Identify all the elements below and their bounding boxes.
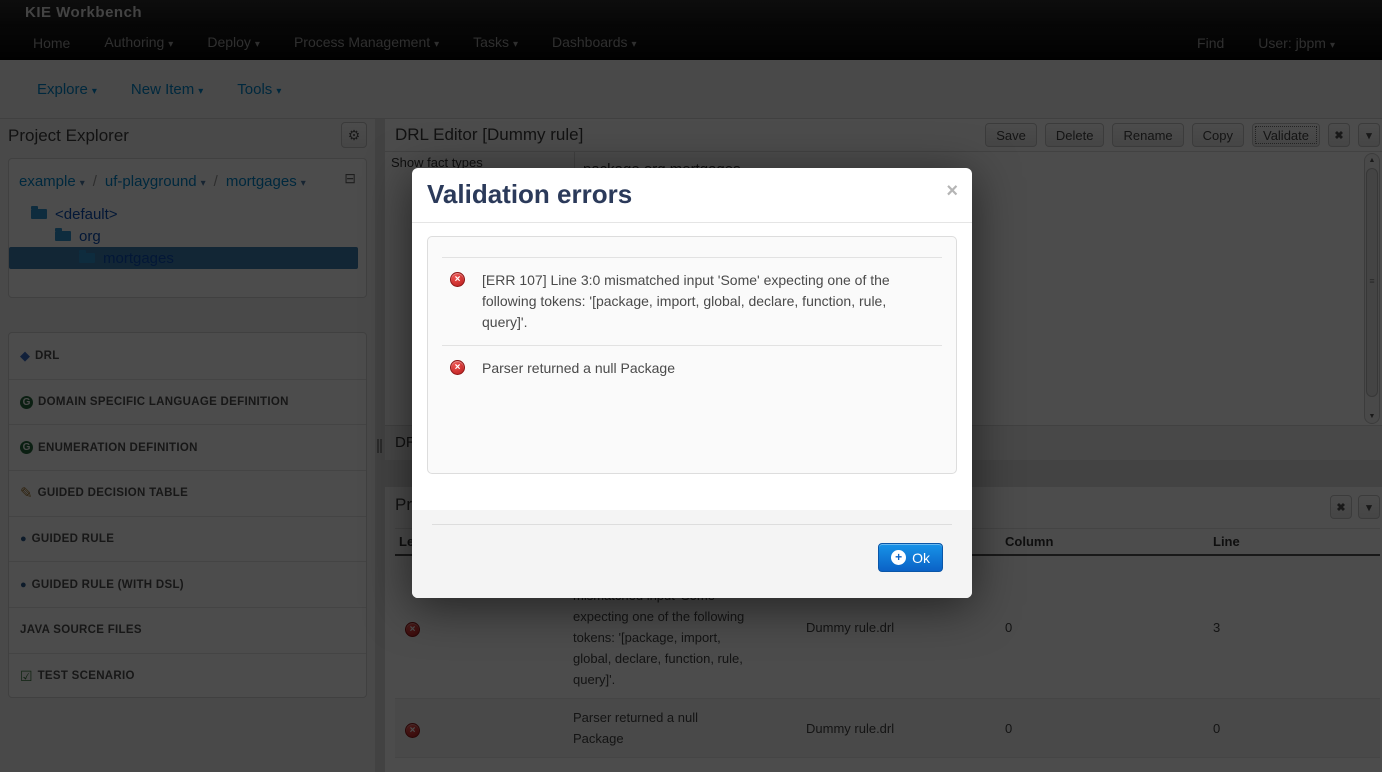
close-icon[interactable]: × [946, 181, 958, 201]
list-item: × [ERR 107] Line 3:0 mismatched input 'S… [442, 257, 942, 345]
validation-errors-list: × [ERR 107] Line 3:0 mismatched input 'S… [427, 236, 957, 474]
modal-title: Validation errors [427, 179, 632, 210]
ok-button[interactable]: + Ok [878, 543, 943, 572]
footer-divider [432, 524, 952, 525]
circle-plus-icon: + [891, 550, 906, 565]
modal-footer: + Ok [412, 510, 972, 598]
error-icon: × [450, 360, 465, 375]
list-item: × Parser returned a null Package [442, 345, 942, 391]
error-message: Parser returned a null Package [482, 358, 675, 379]
error-icon: × [450, 272, 465, 287]
kie-workbench-app: KIE Workbench Home Authoring▾ Deploy▾ Pr… [0, 0, 1382, 772]
error-message: [ERR 107] Line 3:0 mismatched input 'Som… [482, 270, 922, 333]
modal-body: × [ERR 107] Line 3:0 mismatched input 'S… [412, 224, 972, 510]
modal-header: Validation errors × [412, 168, 972, 223]
validation-errors-dialog: Validation errors × × [ERR 107] Line 3:0… [412, 168, 972, 598]
